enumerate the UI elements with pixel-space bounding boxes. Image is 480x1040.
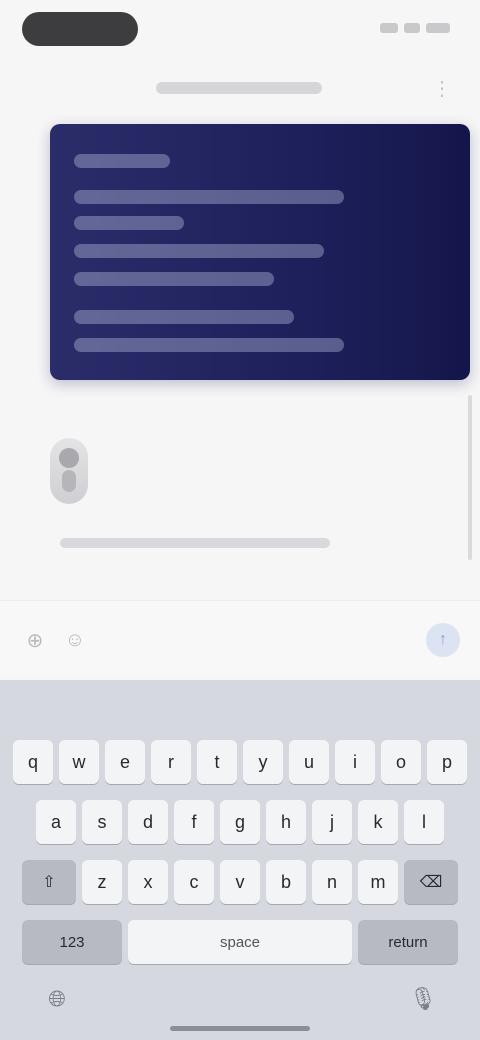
composer-bar: ⊕ ☺ ↑ [0,600,480,677]
keyboard-row-3: ⇧ z x c v b n m ⌫ [0,860,480,904]
numbers-key[interactable]: 123 [22,920,122,964]
key[interactable]: i [335,740,375,784]
status-icons [380,20,450,36]
return-key[interactable]: return [358,920,458,964]
key[interactable]: k [358,800,398,844]
message-line [74,190,344,204]
key[interactable]: w [59,740,99,784]
header-title [150,78,330,98]
key[interactable]: a [36,800,76,844]
onscreen-keyboard: q w e r t y u i o p a s d f g h j k l ⇧ … [0,680,480,1040]
key[interactable]: e [105,740,145,784]
send-button[interactable]: ↑ [426,623,460,657]
key[interactable]: c [174,860,214,904]
key[interactable]: f [174,800,214,844]
key[interactable]: b [266,860,306,904]
emoji-icon[interactable]: ☺ [62,627,88,653]
more-options-icon[interactable]: ⋮ [428,74,456,102]
status-bar [0,0,480,60]
message-line [74,272,274,286]
keyboard-row-1: q w e r t y u i o p [0,740,480,784]
microphone-icon[interactable]: 🎙︎ [408,984,438,1014]
message-line [74,338,344,352]
arrow-up-icon: ↑ [439,631,447,648]
key[interactable]: n [312,860,352,904]
shift-key[interactable]: ⇧ [22,860,76,904]
key[interactable]: r [151,740,191,784]
globe-icon[interactable]: 🌐︎ [42,984,72,1014]
reply-caption [54,535,354,549]
key[interactable]: h [266,800,306,844]
plus-icon[interactable]: ⊕ [22,627,48,653]
key[interactable]: p [427,740,467,784]
key[interactable]: o [381,740,421,784]
key[interactable]: u [289,740,329,784]
key[interactable]: m [358,860,398,904]
chat-header: ⋮ [0,60,480,116]
reply-message [40,420,460,580]
message-input[interactable] [100,621,424,659]
status-time-pill [22,12,138,46]
home-indicator[interactable] [170,1026,310,1031]
keyboard-suggestions [0,688,480,732]
avatar[interactable] [50,438,88,504]
scrollbar[interactable] [468,395,472,560]
message-card[interactable] [50,124,470,380]
key[interactable]: v [220,860,260,904]
avatar-head [59,448,79,468]
key[interactable]: d [128,800,168,844]
space-key[interactable]: space [128,920,352,964]
wifi-icon [404,23,420,33]
message-line [74,216,184,230]
key[interactable]: l [404,800,444,844]
key[interactable]: j [312,800,352,844]
keyboard-bottom-bar: 🌐︎ 🎙︎ [0,970,480,1040]
key[interactable]: y [243,740,283,784]
message-line [74,244,324,258]
key[interactable]: t [197,740,237,784]
message-line [74,310,294,324]
key[interactable]: s [82,800,122,844]
key[interactable]: z [82,860,122,904]
delete-key[interactable]: ⌫ [404,860,458,904]
signal-icon [380,23,398,33]
keyboard-row-2: a s d f g h j k l [0,800,480,844]
key[interactable]: g [220,800,260,844]
message-line [74,154,170,168]
key[interactable]: x [128,860,168,904]
avatar-body [62,470,76,492]
key[interactable]: q [13,740,53,784]
battery-icon [426,23,450,33]
keyboard-row-4: 123 space return [0,920,480,964]
